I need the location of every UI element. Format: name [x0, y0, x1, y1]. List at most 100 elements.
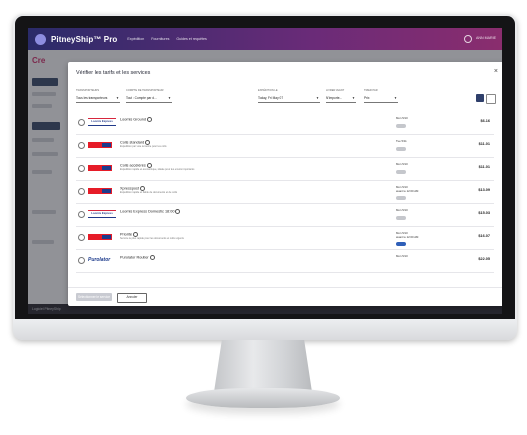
account-select-value: Tout : Compte par d...: [126, 96, 157, 100]
carrier-logo: [88, 187, 112, 194]
delivery-date: Mon 5/10: [396, 162, 408, 166]
delivery-badge: [396, 196, 406, 200]
service-price: $11.01: [478, 142, 490, 146]
chevron-down-icon: ▼: [316, 96, 319, 100]
account-select[interactable]: Tout : Compte par d... ▼: [126, 94, 172, 103]
service-row[interactable]: Xpresspost Expédition rapide et fiable d…: [76, 181, 494, 204]
service-radio[interactable]: [78, 234, 85, 241]
loomis-logo: Loomis Express: [88, 209, 116, 218]
monitor-chin: [13, 319, 517, 340]
service-row[interactable]: Colis standard Expédition par voie terre…: [76, 135, 494, 158]
select-service-button[interactable]: Sélectionner le service: [76, 293, 112, 301]
service-radio[interactable]: [78, 211, 85, 218]
sort-select[interactable]: Prix ▼: [364, 94, 398, 103]
chevron-down-icon: ▼: [352, 96, 355, 100]
chevron-down-icon: ▼: [116, 96, 119, 100]
monitor-bezel: PitneyShip™ Pro Expédition Fournitures G…: [15, 16, 515, 319]
delivery-badge: [396, 147, 406, 151]
rates-modal: Vérifier les tarifs et les services × TR…: [68, 62, 502, 306]
filter-label-carriers: TRANSPORTEURS: [76, 89, 100, 92]
ship-date-value: Today, Fri May 07: [258, 96, 284, 100]
delivery-time: avant le 12:00 AM: [396, 235, 419, 239]
delivery-badge: [396, 242, 406, 246]
service-name-text: Loomis Ground: [120, 117, 146, 122]
carrier-logo: Loomis Express: [88, 209, 116, 218]
app-header: PitneyShip™ Pro Expédition Fournitures G…: [28, 28, 502, 50]
deliver-by-value: N'importe...: [326, 96, 343, 100]
grid-view-icon[interactable]: [486, 94, 496, 104]
modal-title: Vérifier les tarifs et les services: [76, 70, 151, 76]
service-name: Purolator Routier: [120, 255, 155, 260]
delivery-badge: [396, 170, 406, 174]
carrier-select[interactable]: Tous les transporteurs ▼: [76, 94, 120, 103]
service-price: $16.07: [478, 234, 490, 238]
delivery-time: avant le 12:00 AM: [396, 189, 419, 193]
filter-label-deliver-by: LIVRER AVANT: [326, 89, 345, 92]
nav-item-guides[interactable]: Guides et requêtes: [176, 37, 206, 41]
screen: PitneyShip™ Pro Expédition Fournitures G…: [28, 28, 502, 314]
service-name-text: Loomis Express Domestic 18:00: [120, 209, 175, 214]
carrier-logo: [88, 141, 112, 148]
filter-label-account: COMPTE DE TRANSPORTEUR: [126, 89, 164, 92]
service-name-text: Purolator Routier: [120, 255, 149, 260]
service-name-text: Xpresspost: [120, 186, 139, 191]
close-icon[interactable]: ×: [494, 68, 498, 75]
app-logo-icon: [35, 33, 46, 45]
service-row[interactable]: Priorité Service le plus rapide pour les…: [76, 227, 494, 250]
filter-label-ship-date: EXPÉDITION LE: [258, 89, 278, 92]
service-radio[interactable]: [78, 142, 85, 149]
canada-post-logo: [88, 187, 112, 194]
monitor-stand-neck: [214, 340, 312, 392]
service-row[interactable]: Colis accélérés Expédition rapide et éco…: [76, 158, 494, 181]
info-icon[interactable]: [175, 209, 181, 214]
service-description: Expédition rapide et fiable de documents…: [120, 191, 178, 194]
monitor: PitneyShip™ Pro Expédition Fournitures G…: [13, 14, 517, 340]
services-list: Loomis Express Loomis Ground Mon 5/10 $6…: [76, 112, 494, 282]
settings-gear-icon[interactable]: [464, 35, 472, 43]
deliver-by-select[interactable]: N'importe... ▼: [326, 94, 356, 103]
info-icon[interactable]: [149, 255, 155, 260]
nav-item-supplies[interactable]: Fournitures: [151, 37, 169, 41]
info-icon[interactable]: [146, 117, 152, 122]
delivery-badge: [396, 216, 406, 220]
service-description: Service le plus rapide pour les document…: [120, 237, 184, 240]
service-radio[interactable]: [78, 165, 85, 172]
service-radio[interactable]: [78, 188, 85, 195]
ship-date-select[interactable]: Today, Fri May 07 ▼: [258, 94, 320, 103]
canada-post-logo: [88, 233, 112, 240]
purolator-logo: Purolator: [88, 256, 111, 263]
service-name-text: Colis accélérés: [120, 163, 146, 168]
service-description: Expédition par voie terrestre pour les c…: [120, 145, 167, 148]
service-description: Expédition rapide et économique, idéale …: [120, 168, 195, 171]
list-view-icon[interactable]: [476, 94, 484, 102]
app-brand: PitneyShip™ Pro: [51, 34, 118, 44]
cancel-button[interactable]: Annuler: [117, 293, 147, 303]
carrier-select-value: Tous les transporteurs: [76, 96, 108, 100]
service-radio[interactable]: [78, 119, 85, 126]
service-radio[interactable]: [78, 257, 85, 264]
delivery-date: Mon 5/10: [396, 116, 408, 120]
sort-select-value: Prix: [364, 96, 370, 100]
chevron-down-icon: ▼: [168, 96, 171, 100]
nav-item-shipping[interactable]: Expédition: [127, 37, 144, 41]
service-row[interactable]: Purolator Purolator Routier Mon 5/10 $22…: [76, 250, 494, 273]
carrier-logo: [88, 233, 112, 240]
service-price: $15.03: [478, 211, 490, 215]
canada-post-logo: [88, 141, 112, 148]
filter-label-sort: TRIER PAR: [364, 89, 378, 92]
carrier-logo: Purolator: [88, 256, 110, 263]
service-price: $13.09: [478, 188, 490, 192]
delivery-date: Mon 5/10: [396, 208, 408, 212]
filters-bar: TRANSPORTEURS Tous les transporteurs ▼ CO…: [76, 89, 496, 104]
canada-post-logo: [88, 164, 112, 171]
service-name: Loomis Ground: [120, 117, 152, 122]
service-name-text: Colis standard: [120, 140, 145, 145]
user-menu[interactable]: ANN MARIE: [476, 36, 496, 40]
loomis-logo: Loomis Express: [88, 117, 116, 126]
modal-footer: Sélectionner le service Annuler: [68, 287, 502, 306]
service-price: $11.01: [478, 165, 490, 169]
service-row[interactable]: Loomis Express Loomis Ground Mon 5/10 $6…: [76, 112, 494, 135]
service-name-text: Priorité: [120, 232, 133, 237]
monitor-stand-base: [186, 388, 340, 408]
service-row[interactable]: Loomis Express Loomis Express Domestic 1…: [76, 204, 494, 227]
